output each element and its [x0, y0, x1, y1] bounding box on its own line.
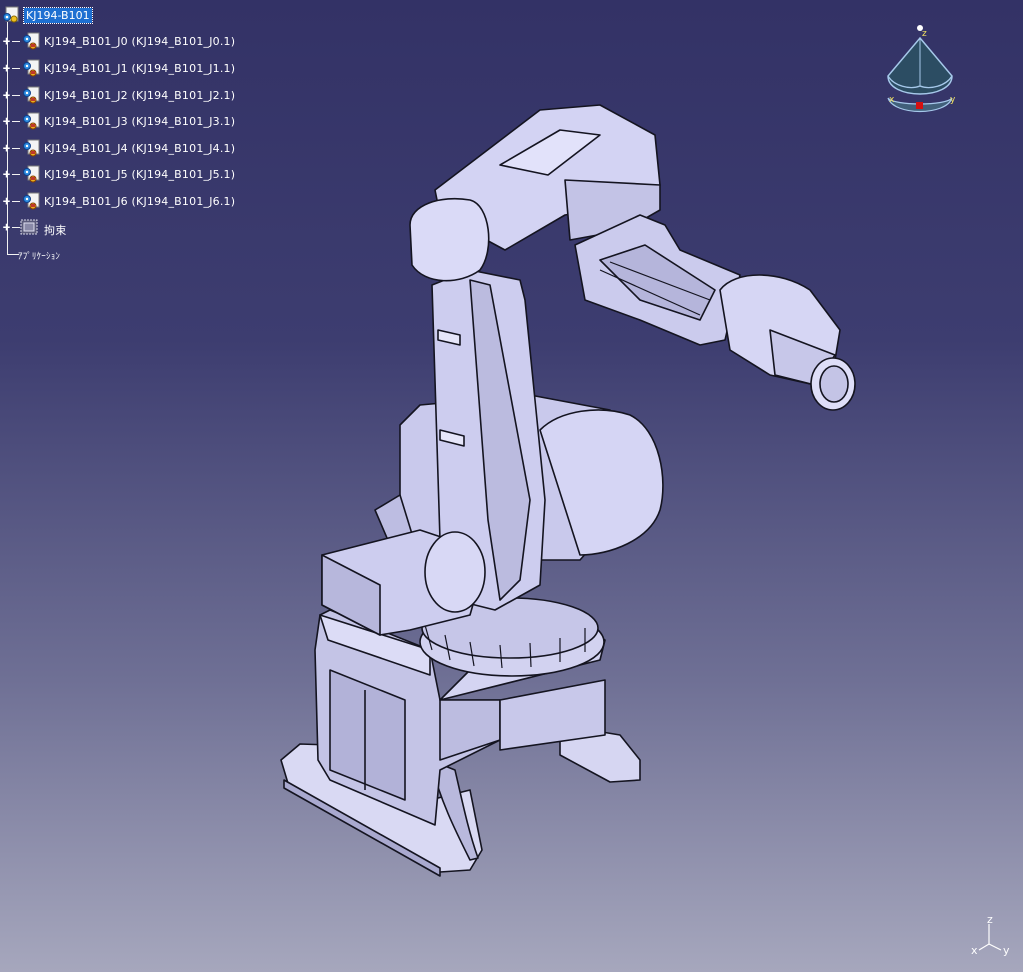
tree-branch [12, 121, 20, 122]
tree-branch [12, 95, 20, 96]
specification-tree: KJ194-B101 + KJ194_B101_J0 (KJ194_B101_J… [0, 0, 260, 270]
tree-item-label[interactable]: KJ194_B101_J4 (KJ194_B101_J4.1) [44, 142, 235, 155]
robot-forearm[interactable] [574, 214, 741, 346]
tree-branch [12, 148, 20, 149]
tree-branch [12, 201, 20, 202]
expand-plus-icon[interactable]: + [2, 89, 11, 101]
expand-plus-icon[interactable]: + [2, 168, 11, 180]
tree-branch [12, 227, 20, 228]
tree-item-label[interactable]: 拘束 [44, 222, 66, 238]
compass-z-label: z [922, 29, 927, 39]
tree-item-label[interactable]: KJ194_B101_J0 (KJ194_B101_J0.1) [44, 35, 235, 48]
tree-branch [12, 41, 20, 42]
tree-item-applications[interactable]: ｱﾌﾟﾘｹｰｼｮﾝ [18, 249, 60, 262]
tree-item-label[interactable]: KJ194_B101_J6 (KJ194_B101_J6.1) [44, 195, 235, 208]
3d-viewport[interactable]: KJ194-B101 + KJ194_B101_J0 (KJ194_B101_J… [0, 0, 1023, 972]
triad-x-label: x [971, 944, 978, 957]
expand-plus-icon[interactable]: + [2, 35, 11, 47]
compass-manipulation-handle[interactable] [916, 102, 923, 109]
product-icon[interactable] [2, 6, 20, 24]
tree-item-label[interactable]: KJ194_B101_J1 (KJ194_B101_J1.1) [44, 62, 235, 75]
compass-widget[interactable]: z x y [880, 20, 960, 130]
tree-item-label[interactable]: KJ194_B101_J2 (KJ194_B101_J2.1) [44, 89, 235, 102]
tree-root-label[interactable]: KJ194-B101 [23, 7, 93, 24]
expand-plus-icon[interactable]: + [2, 62, 11, 74]
part-icon[interactable] [22, 112, 40, 130]
part-icon[interactable] [22, 32, 40, 50]
part-icon[interactable] [22, 165, 40, 183]
compass-x-label: x [889, 95, 895, 105]
part-icon[interactable] [22, 139, 40, 157]
part-icon[interactable] [22, 86, 40, 104]
constraints-icon[interactable] [20, 218, 38, 236]
tree-branch [12, 68, 20, 69]
axis-triad: z x y [971, 913, 1010, 957]
expand-plus-icon[interactable]: + [2, 142, 11, 154]
robot-wrist[interactable] [719, 274, 856, 411]
tree-item-label[interactable]: KJ194_B101_J3 (KJ194_B101_J3.1) [44, 115, 235, 128]
part-icon[interactable] [22, 59, 40, 77]
triad-y-label: y [1003, 944, 1010, 957]
tree-branch [12, 174, 20, 175]
compass-y-label: y [950, 95, 956, 105]
expand-plus-icon[interactable]: + [2, 115, 11, 127]
expand-plus-icon[interactable]: + [2, 221, 11, 233]
triad-z-label: z [987, 913, 993, 926]
expand-plus-icon[interactable]: + [2, 195, 11, 207]
part-icon[interactable] [22, 192, 40, 210]
tree-item-label[interactable]: KJ194_B101_J5 (KJ194_B101_J5.1) [44, 168, 235, 181]
